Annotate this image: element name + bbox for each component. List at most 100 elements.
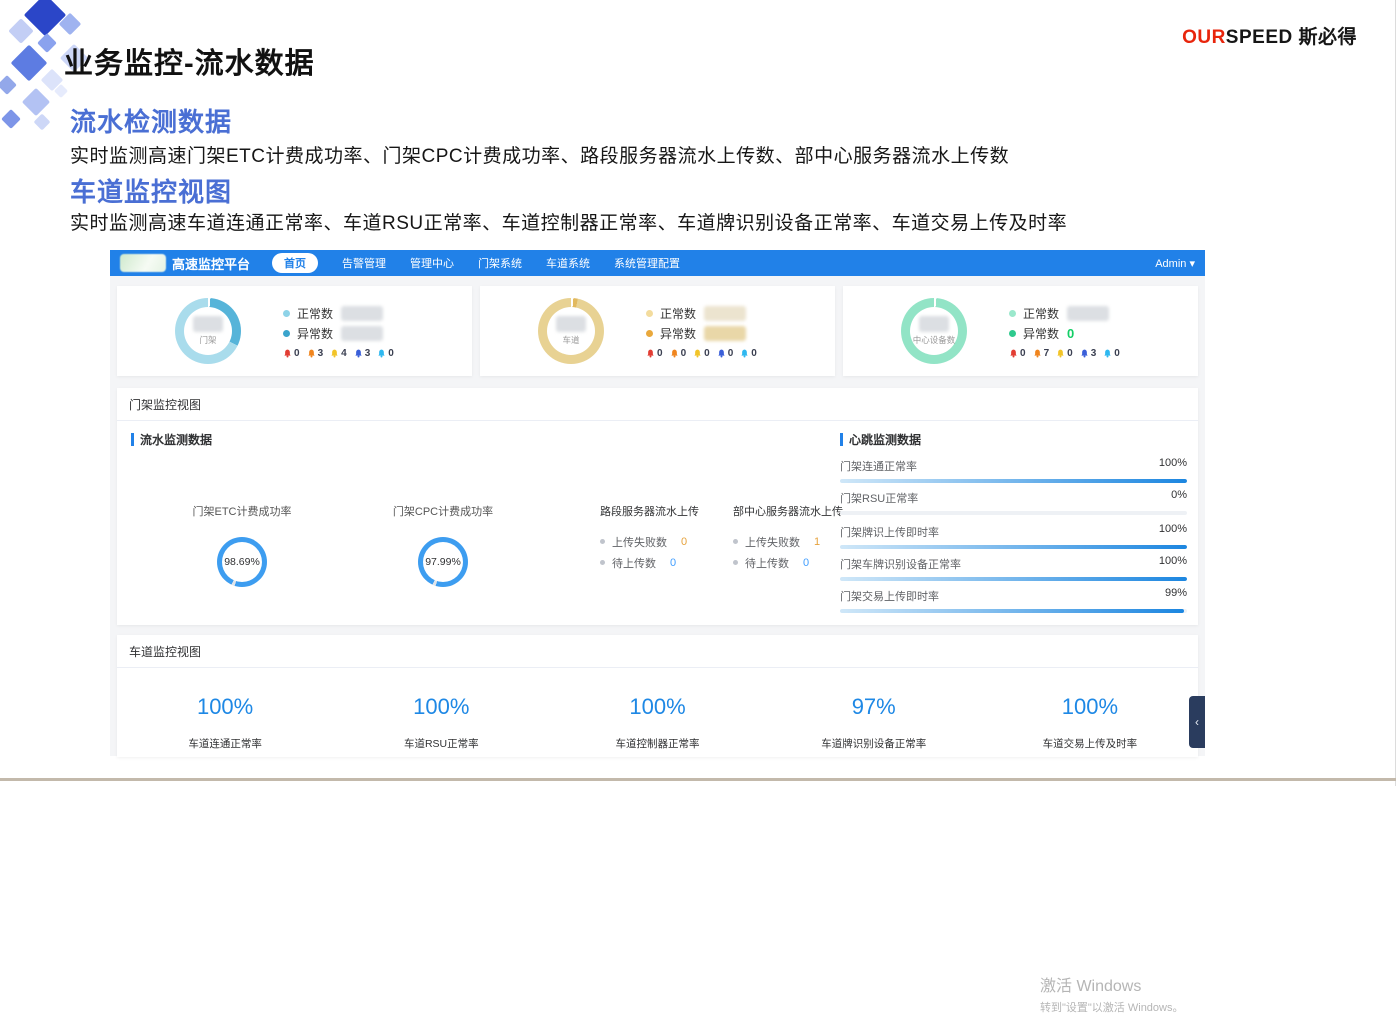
alarm-bells: 0 7 0 3 0 <box>1009 348 1127 359</box>
bell-icon-blue <box>1080 348 1089 359</box>
nav-tab-system-config[interactable]: 系统管理配置 <box>614 255 680 271</box>
abnormal-dot-icon <box>1009 330 1016 337</box>
normal-label: 正常数 <box>660 305 696 322</box>
bell-icon-blue <box>717 348 726 359</box>
nav-tab-admin-center[interactable]: 管理中心 <box>410 255 454 271</box>
redacted-total-value <box>193 316 223 332</box>
lane-panel-title: 车道监控视图 <box>117 635 1198 668</box>
lane-metric-plate-device: 97% 车道牌识别设备正常率 <box>766 694 982 751</box>
bell-icon-yellow <box>1056 348 1065 359</box>
lane-donut-chart: 车道 <box>538 298 604 364</box>
normal-dot-icon <box>646 310 653 317</box>
donut-center-label: 门架 <box>199 334 216 346</box>
progress-bar <box>840 577 1187 581</box>
upload-fail-count: 1 <box>814 536 820 548</box>
dot-icon <box>600 539 605 544</box>
road-server-upload-stats: 路段服务器流水上传 上传失败数 0 待上传数 0 <box>600 503 740 573</box>
heartbeat-row-plate-device: 门架车牌识别设备正常率 100% <box>840 555 1187 581</box>
gantry-legend: 正常数 异常数 0 3 4 3 0 <box>283 303 401 359</box>
lane-legend: 正常数 异常数 0 0 0 0 0 <box>646 303 764 359</box>
redacted-normal-value <box>341 306 383 321</box>
progress-bar <box>840 511 1187 515</box>
chevron-left-icon: ‹ <box>1195 715 1199 729</box>
section-bar-icon <box>131 433 134 446</box>
etc-ring-gauge: 98.69% <box>217 537 267 587</box>
dot-icon <box>733 560 738 565</box>
heartbeat-section-header: 心跳监测数据 <box>840 431 921 448</box>
user-menu[interactable]: Admin ▾ <box>1155 257 1195 270</box>
lane-metric-rsu: 100% 车道RSU正常率 <box>333 694 549 751</box>
brand-logo: OURSPEED 斯必得 <box>1182 22 1357 49</box>
center-devices-legend: 正常数 异常数 0 0 7 0 3 0 <box>1009 303 1127 359</box>
logo-part-cn: 斯必得 <box>1293 27 1357 48</box>
donut-center-label: 中心设备数 <box>913 334 956 346</box>
progress-bar <box>840 545 1187 549</box>
drawer-toggle-button[interactable]: ‹ <box>1189 696 1205 748</box>
progress-bar <box>840 609 1187 613</box>
abnormal-dot-icon <box>646 330 653 337</box>
pending-upload-count: 0 <box>803 557 809 569</box>
bell-icon-red <box>1009 348 1018 359</box>
heartbeat-row-connectivity: 门架连通正常率 100% <box>840 457 1187 483</box>
flow-section-header: 流水监测数据 <box>131 431 212 448</box>
bell-icon-orange <box>307 348 316 359</box>
nav-tab-gantry-system[interactable]: 门架系统 <box>478 255 522 271</box>
normal-dot-icon <box>1009 310 1016 317</box>
page-title: 业务监控-流水数据 <box>64 40 315 82</box>
lane-metric-transaction: 100% 车道交易上传及时率 <box>982 694 1198 751</box>
heartbeat-row-rsu: 门架RSU正常率 0% <box>840 489 1187 515</box>
abnormal-value: 0 <box>1067 326 1074 341</box>
dot-icon <box>733 539 738 544</box>
redacted-normal-value <box>1067 306 1109 321</box>
nav-tab-home[interactable]: 首页 <box>272 253 318 273</box>
bell-icon-yellow <box>693 348 702 359</box>
dot-icon <box>600 560 605 565</box>
gantry-donut-chart: 门架 <box>175 298 241 364</box>
section-bar-icon <box>840 433 843 446</box>
alarm-bells: 0 0 0 0 0 <box>646 348 764 359</box>
windows-activation-watermark: 激活 Windows 转到"设置"以激活 Windows。 <box>1040 972 1184 1015</box>
abnormal-label: 异常数 <box>297 325 333 342</box>
app-title: 高速监控平台 <box>172 254 250 273</box>
center-devices-donut-chart: 中心设备数 <box>901 298 967 364</box>
redacted-abnormal-value <box>341 326 383 341</box>
logo-part-our: OUR <box>1182 27 1226 48</box>
cpc-ring-gauge: 97.99% <box>418 537 468 587</box>
gantry-panel-title: 门架监控视图 <box>117 388 1198 421</box>
redacted-total-value <box>919 316 949 332</box>
normal-dot-icon <box>283 310 290 317</box>
slide: OURSPEED 斯必得 业务监控-流水数据 流水检测数据 实时监测高速门架ET… <box>0 0 1396 786</box>
pending-upload-count: 0 <box>670 557 676 569</box>
nav-tab-lane-system[interactable]: 车道系统 <box>546 255 590 271</box>
summary-card-gantry: 门架 正常数 异常数 0 3 <box>117 286 472 376</box>
summary-cards-row: 门架 正常数 异常数 0 3 <box>110 276 1205 376</box>
redacted-total-value <box>556 316 586 332</box>
bell-icon-red <box>646 348 655 359</box>
summary-card-center-devices: 中心设备数 正常数 异常数 0 0 <box>843 286 1198 376</box>
bell-icon-cyan <box>1103 348 1112 359</box>
nav-tab-alerts[interactable]: 告警管理 <box>342 255 386 271</box>
heartbeat-row-transaction: 门架交易上传即时率 99% <box>840 587 1187 613</box>
redacted-abnormal-value <box>704 326 746 341</box>
section-heading-lane: 车道监控视图 <box>70 172 232 209</box>
lane-metric-controller: 100% 车道控制器正常率 <box>549 694 765 751</box>
abnormal-label: 异常数 <box>660 325 696 342</box>
gantry-monitoring-panel: 门架监控视图 流水监测数据 门架ETC计费成功率 98.69% 门架CPC计费成… <box>117 388 1198 625</box>
chevron-down-icon: ▾ <box>1189 258 1195 270</box>
lane-metric-connectivity: 100% 车道连通正常率 <box>117 694 333 751</box>
section-heading-flow: 流水检测数据 <box>70 102 232 139</box>
normal-label: 正常数 <box>297 305 333 322</box>
slide-bottom-rule <box>0 778 1396 781</box>
upload-fail-count: 0 <box>681 536 687 548</box>
section-desc-lane: 实时监测高速车道连通正常率、车道RSU正常率、车道控制器正常率、车道牌识别设备正… <box>70 208 1067 235</box>
bell-icon-blue <box>354 348 363 359</box>
bell-icon-cyan <box>740 348 749 359</box>
logo-part-speed: SPEED <box>1226 27 1293 48</box>
bell-icon-cyan <box>377 348 386 359</box>
navbar: 高速监控平台 首页 告警管理 管理中心 门架系统 车道系统 系统管理配置 Adm… <box>110 250 1205 276</box>
bell-icon-orange <box>1033 348 1042 359</box>
gauge-cpc: 门架CPC计费成功率 97.99% <box>373 503 513 587</box>
gauge-etc: 门架ETC计费成功率 98.69% <box>172 503 312 587</box>
lane-monitoring-panel: 车道监控视图 100% 车道连通正常率 100% 车道RSU正常率 100% 车… <box>117 635 1198 757</box>
normal-label: 正常数 <box>1023 305 1059 322</box>
